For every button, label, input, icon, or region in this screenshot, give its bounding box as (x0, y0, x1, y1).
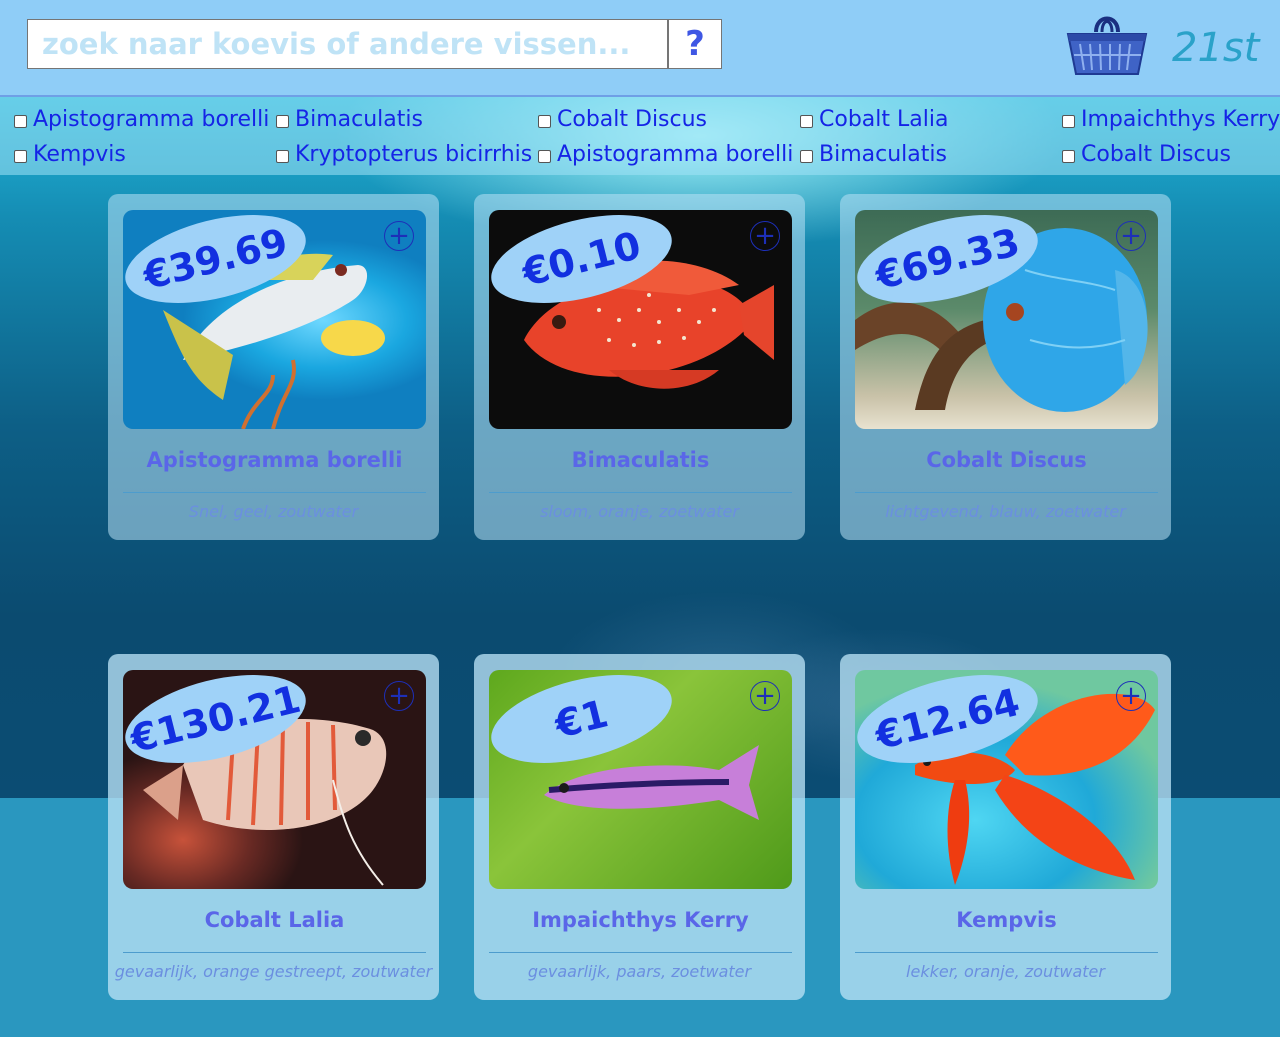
divider (123, 952, 426, 953)
divider (489, 492, 792, 493)
filter-item[interactable]: Kryptopterus bicirrhis (276, 142, 532, 167)
filter-item[interactable]: Cobalt Discus (1062, 142, 1231, 167)
product-tags: sloom, oranje, zoetwater (540, 502, 739, 521)
filter-checkbox[interactable] (276, 149, 289, 163)
basket-count: 21st (1172, 25, 1260, 71)
add-to-cart-icon[interactable]: + (750, 681, 780, 711)
fish-photo: €39.69 + (123, 210, 426, 429)
fish-photo: €1 + (489, 670, 792, 889)
add-to-cart-icon[interactable]: + (750, 221, 780, 251)
filter-checkbox[interactable] (538, 149, 551, 163)
product-tags: lekker, oranje, zoutwater (906, 962, 1105, 981)
divider (123, 492, 426, 493)
filter-label: Cobalt Discus (557, 107, 708, 132)
divider (489, 952, 792, 953)
filter-label: Kempvis (33, 142, 126, 167)
product-card[interactable]: €12.64 + Kempvis lekker, oranje, zoutwat… (840, 654, 1171, 1000)
product-name[interactable]: Kempvis (855, 908, 1158, 932)
filter-item[interactable]: Kempvis (14, 142, 126, 167)
filter-checkbox[interactable] (14, 149, 27, 163)
filter-item[interactable]: Apistogramma borelli (538, 142, 793, 167)
product-tags: gevaarlijk, paars, zoetwater (527, 962, 752, 981)
filter-label: Cobalt Discus (1081, 142, 1232, 167)
add-to-cart-icon[interactable]: + (384, 681, 414, 711)
search-input[interactable]: zoek naar koevis of andere vissen... (27, 19, 668, 69)
shopping-basket-icon[interactable] (1066, 10, 1148, 78)
filter-label: Bimaculatis (295, 107, 423, 132)
product-name[interactable]: Apistogramma borelli (123, 448, 426, 472)
divider (855, 492, 1158, 493)
product-card[interactable]: €130.21 + Cobalt Lalia gevaarlijk, orang… (108, 654, 439, 1000)
filter-checkbox[interactable] (800, 149, 813, 163)
divider (855, 952, 1158, 953)
product-card[interactable]: €0.10 + Bimaculatis sloom, oranje, zoetw… (474, 194, 805, 540)
filter-checkbox[interactable] (1062, 149, 1075, 163)
filter-bar: Apistogramma borelli Bimaculatis Cobalt … (0, 97, 1280, 175)
product-card[interactable]: €1 + Impaichthys Kerry gevaarlijk, paars… (474, 654, 805, 1000)
filter-label: Apistogramma borelli (33, 107, 270, 132)
filter-checkbox[interactable] (14, 114, 27, 128)
add-to-cart-icon[interactable]: + (384, 221, 414, 251)
search-button[interactable]: ? (668, 19, 722, 69)
add-to-cart-icon[interactable]: + (1116, 221, 1146, 251)
fish-photo: €12.64 + (855, 670, 1158, 889)
fish-photo: €130.21 + (123, 670, 426, 889)
product-name[interactable]: Bimaculatis (489, 448, 792, 472)
filter-item[interactable]: Impaichthys Kerry (1062, 107, 1280, 132)
product-tags: Snel, geel, zoutwater (188, 502, 359, 521)
filter-label: Bimaculatis (819, 142, 947, 167)
filter-label: Apistogramma borelli (557, 142, 794, 167)
fish-photo: €0.10 + (489, 210, 792, 429)
filter-checkbox[interactable] (276, 114, 289, 128)
search-placeholder: zoek naar koevis of andere vissen... (42, 27, 631, 61)
product-name[interactable]: Cobalt Discus (855, 448, 1158, 472)
filter-label: Kryptopterus bicirrhis (295, 142, 533, 167)
filter-checkbox[interactable] (1062, 114, 1075, 128)
product-card[interactable]: €39.69 + Apistogramma borelli Snel, geel… (108, 194, 439, 540)
filter-checkbox[interactable] (538, 114, 551, 128)
filter-label: Cobalt Lalia (819, 107, 949, 132)
product-tags: gevaarlijk, orange gestreept, zoutwater (114, 962, 433, 981)
filter-item[interactable]: Cobalt Lalia (800, 107, 948, 132)
filter-checkbox[interactable] (800, 114, 813, 128)
question-mark-icon: ? (685, 24, 705, 64)
product-card[interactable]: €69.33 + Cobalt Discus lichtgevend, blau… (840, 194, 1171, 540)
header: zoek naar koevis of andere vissen... ? 2… (0, 0, 1280, 97)
filter-item[interactable]: Cobalt Discus (538, 107, 707, 132)
product-name[interactable]: Cobalt Lalia (123, 908, 426, 932)
filter-item[interactable]: Apistogramma borelli (14, 107, 269, 132)
fish-photo: €69.33 + (855, 210, 1158, 429)
filter-item[interactable]: Bimaculatis (276, 107, 423, 132)
filter-item[interactable]: Bimaculatis (800, 142, 947, 167)
product-name[interactable]: Impaichthys Kerry (489, 908, 792, 932)
filter-label: Impaichthys Kerry (1081, 107, 1280, 132)
product-tags: lichtgevend, blauw, zoetwater (885, 502, 1126, 521)
add-to-cart-icon[interactable]: + (1116, 681, 1146, 711)
